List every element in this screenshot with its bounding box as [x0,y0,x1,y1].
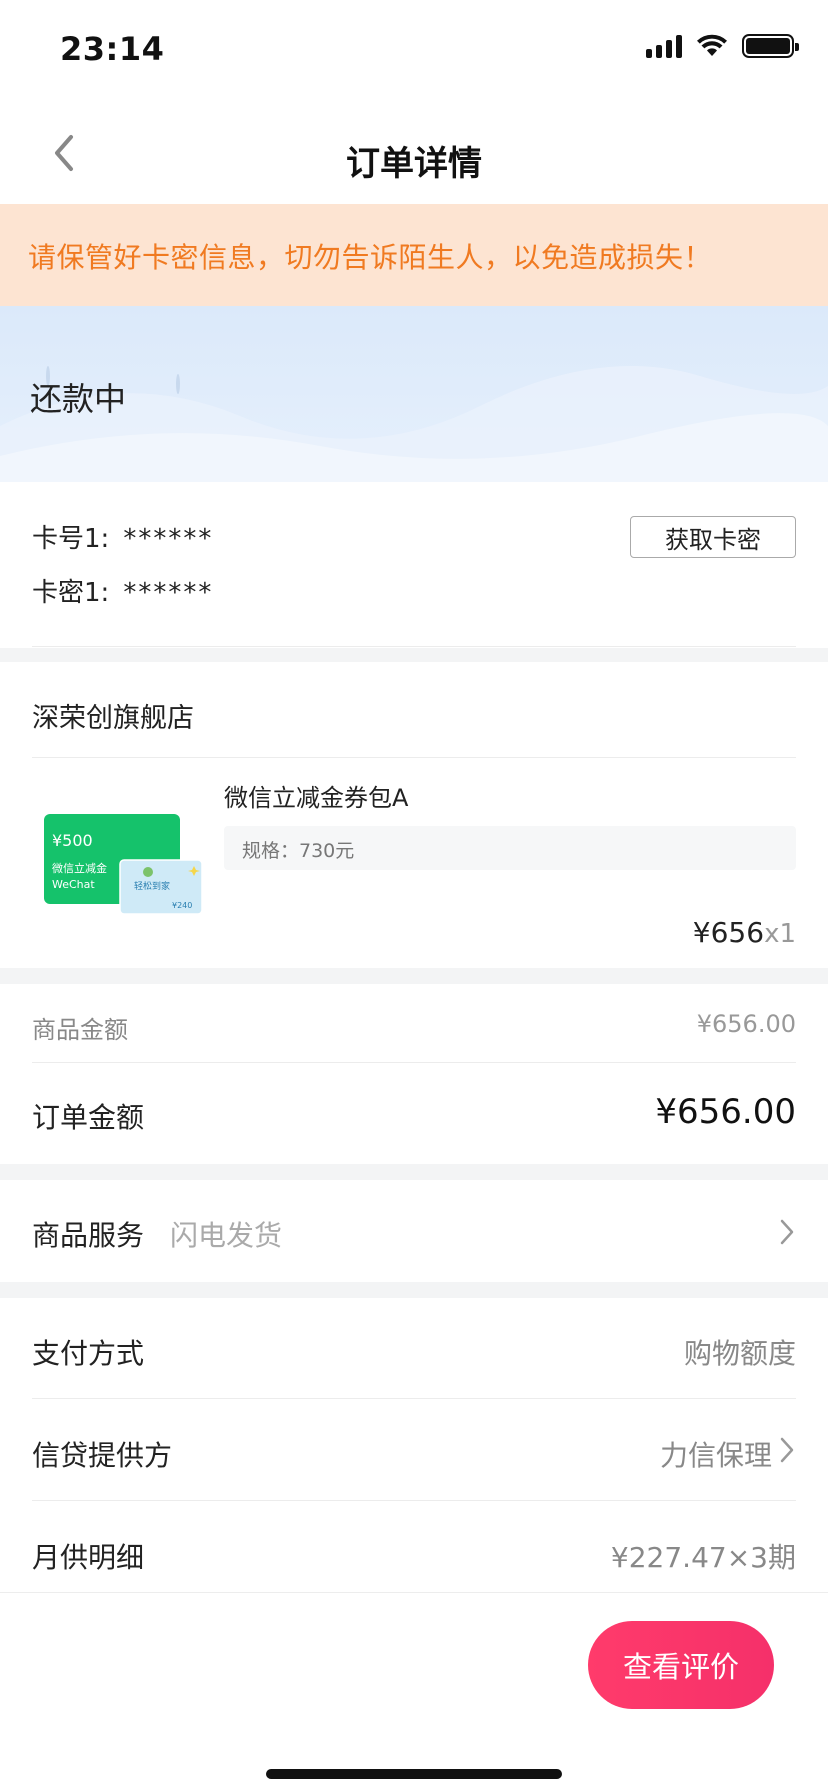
status-time: 23:14 [60,30,165,68]
product-name[interactable]: 微信立减金券包A [224,778,408,813]
product-image-amount: ¥500 [52,831,93,850]
card-secret-label: 卡密1: [32,578,110,608]
store-name[interactable]: 深荣创旗舰店 [32,696,194,735]
credit-provider-row[interactable]: 信贷提供方 力信保理 [0,1400,828,1500]
product-price-row: ¥656x1 [693,916,796,949]
divider [32,1500,796,1501]
monthly-payment-row: 月供明细 ¥227.47×3期 [0,1502,828,1602]
card-number-row: 卡号1: ****** [32,518,213,555]
battery-icon [742,34,799,58]
payment-method-value: 购物额度 [683,1337,796,1370]
divider [32,646,796,647]
credit-provider-label: 信贷提供方 [32,1439,173,1472]
coupon-title: 轻松到家 [134,880,170,892]
divider [32,757,796,758]
product-image-title: 微信立减金 [52,861,107,875]
product-quantity: x1 [764,919,796,949]
home-indicator[interactable] [266,1769,562,1779]
payment-method-row: 支付方式 购物额度 [0,1298,828,1398]
goods-amount-value: ¥656.00 [696,1010,796,1038]
card-number-value: ****** [123,524,214,554]
warning-banner: 请保管好卡密信息，切勿告诉陌生人，以免造成损失！ [0,204,828,306]
order-status-label: 还款中 [30,380,127,418]
warning-text: 请保管好卡密信息，切勿告诉陌生人，以免造成损失！ [28,241,713,274]
divider [32,1062,796,1063]
section-gap [0,1164,828,1180]
card-number-label: 卡号1: [32,524,110,554]
view-review-button[interactable]: 查看评价 [588,1621,774,1709]
status-bar: 23:14 [0,0,828,100]
monthly-payment-label: 月供明细 [32,1541,145,1574]
card-secret-value: ****** [123,578,214,608]
section-gap [0,968,828,984]
product-image-subtitle: WeChat [52,878,95,891]
store-section: 深荣创旗舰店 ¥500 微信立减金 WeChat 轻松到家 ¥240 微信立减金… [0,662,828,968]
section-gap [0,648,828,662]
goods-amount-label: 商品金额 [32,1016,128,1044]
wifi-icon [697,34,727,56]
divider [32,1398,796,1399]
service-label: 商品服务 [32,1219,145,1252]
order-amount-label: 订单金额 [32,1101,145,1134]
get-card-key-button[interactable]: 获取卡密 [630,516,796,558]
service-value: 闪电发货 [170,1219,283,1252]
bottom-action-bar: 查看评价 [0,1592,828,1792]
coupon-amount: ¥240 [172,901,192,910]
navigation-bar: 订单详情 [0,100,828,204]
product-price: ¥656 [692,916,765,949]
status-icons [646,34,799,58]
chevron-right-icon [780,1437,794,1463]
card-secret-row: 卡密1: ****** [32,572,213,609]
chevron-right-icon [780,1219,794,1245]
payment-method-label: 支付方式 [32,1337,145,1370]
service-row[interactable]: 商品服务 闪电发货 [0,1180,828,1282]
page-title: 订单详情 [346,144,482,184]
product-spec: 规格：730元 [242,840,355,862]
amount-section: 商品金额 ¥656.00 订单金额 ¥656.00 [0,984,828,1164]
order-status-banner: 还款中 [0,306,828,482]
monthly-payment-value: ¥227.47×3期 [610,1541,796,1574]
product-spec-box: 规格：730元 [224,826,796,870]
signal-icon [646,34,682,58]
payment-section: 支付方式 购物额度 信贷提供方 力信保理 月供明细 ¥227.47×3期 [0,1298,828,1592]
product-image[interactable]: ¥500 微信立减金 WeChat 轻松到家 ¥240 [38,802,208,922]
order-amount-value: ¥656.00 [655,1092,796,1132]
section-gap [0,1282,828,1298]
card-info-section: 卡号1: ****** 卡密1: ****** 获取卡密 [0,482,828,648]
credit-provider-value: 力信保理 [659,1439,772,1472]
